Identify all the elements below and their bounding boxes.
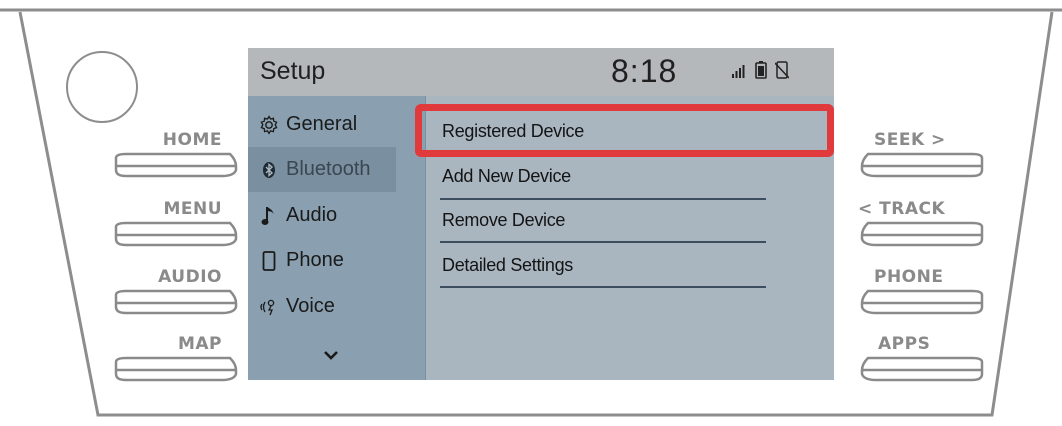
map-button-label: MAP [177, 334, 222, 354]
status-icons [731, 61, 789, 79]
volume-knob[interactable] [66, 51, 138, 123]
phone-button-shape [860, 289, 984, 315]
menu-item-label: Remove Device [442, 210, 566, 230]
clock: 8:18 [611, 53, 678, 89]
apps-button[interactable]: APPS [846, 334, 986, 384]
apps-button-label: APPS [878, 334, 931, 354]
sidebar-divider [425, 96, 426, 380]
menu-item-label: Add New Device [442, 166, 571, 186]
battery-icon [755, 61, 767, 79]
seek-button-label: SEEK > [874, 130, 946, 150]
apps-button-shape [860, 356, 984, 382]
sidebar-item-label: General [286, 113, 358, 135]
home-button-label: HOME [162, 130, 222, 150]
home-button-shape [114, 152, 238, 178]
track-button-shape [860, 221, 984, 247]
music-note-icon [256, 205, 282, 227]
menu-button-label: MENU [163, 199, 222, 219]
gear-icon [256, 114, 282, 135]
bluetooth-icon [256, 161, 282, 179]
track-button[interactable]: < TRACK [846, 199, 986, 249]
no-phone-icon [775, 61, 789, 79]
sidebar-item-voice[interactable]: Voice [248, 284, 425, 329]
track-button-label: < TRACK [858, 199, 946, 219]
map-button[interactable]: MAP [112, 334, 252, 384]
status-bar: Setup 8:18 [248, 48, 834, 96]
audio-button-shape [114, 289, 238, 315]
phone-icon [256, 250, 282, 271]
seek-button[interactable]: SEEK > [846, 130, 986, 180]
phone-button-label: PHONE [874, 267, 944, 287]
sidebar-item-label: Audio [286, 204, 338, 226]
phone-button[interactable]: PHONE [846, 267, 986, 317]
add-new-device-row[interactable]: Add New Device [440, 157, 766, 200]
sidebar-item-audio[interactable]: Audio [248, 193, 425, 238]
registered-device-row[interactable]: Registered Device [440, 112, 824, 152]
sidebar-item-label: Phone [286, 249, 344, 271]
audio-button[interactable]: AUDIO [112, 267, 252, 317]
map-button-shape [114, 356, 238, 382]
sidebar-item-label: Voice [286, 295, 335, 317]
audio-button-label: AUDIO [158, 267, 222, 287]
sidebar-item-general[interactable]: General [248, 102, 425, 147]
menu-item-label: Detailed Settings [442, 255, 573, 275]
setup-sidebar: General Bluetooth Audio Phone Voice [248, 96, 425, 380]
sidebar-item-label: Bluetooth [286, 158, 371, 180]
seek-button-shape [860, 152, 984, 178]
menu-item-label: Registered Device [442, 121, 584, 141]
menu-button[interactable]: MENU [112, 199, 252, 249]
menu-button-shape [114, 221, 238, 247]
signal-icon [732, 65, 745, 78]
home-button[interactable]: HOME [112, 130, 252, 180]
page-title: Setup [260, 57, 326, 85]
sidebar-item-bluetooth-row[interactable]: Bluetooth [248, 147, 396, 192]
sidebar-item-phone[interactable]: Phone [248, 238, 425, 283]
voice-icon [256, 297, 282, 317]
remove-device-row[interactable]: Remove Device [440, 201, 766, 243]
chevron-down-icon[interactable] [323, 350, 339, 360]
detailed-settings-row[interactable]: Detailed Settings [440, 246, 766, 288]
